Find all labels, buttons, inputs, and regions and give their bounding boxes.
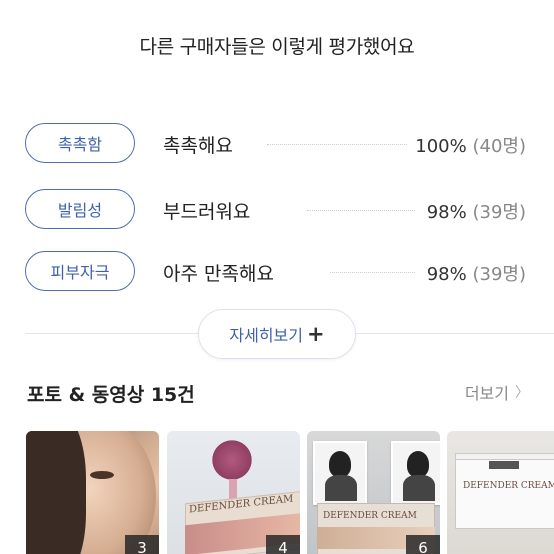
dotted-leader	[307, 210, 415, 211]
media-more-link[interactable]: 더보기 〉	[465, 380, 529, 404]
flower-image	[209, 437, 255, 483]
media-section-title: 포토 & 동영상 15건	[27, 384, 195, 406]
rating-text: 아주 만족해요	[163, 263, 274, 285]
media-thumbnail[interactable]: DEFENDER CREAM 6	[307, 431, 440, 554]
rating-count: (39명)	[472, 202, 526, 223]
rating-percent: 98%	[426, 202, 467, 223]
rating-tag-chip[interactable]: 피부자극	[25, 251, 135, 291]
media-count-badge: 3	[125, 535, 159, 554]
poster-image	[313, 441, 367, 505]
media-thumbnail[interactable]: DEFENDER CREAM 4	[167, 431, 300, 554]
dotted-leader	[330, 272, 415, 273]
review-summary-title: 다른 구매자들은 이렇게 평가했어요	[139, 36, 415, 58]
chevron-right-icon: 〉	[515, 385, 529, 401]
media-more-label: 더보기	[464, 384, 509, 403]
plus-icon: +	[307, 321, 325, 346]
hair-photo-shape	[26, 431, 86, 554]
rating-text: 촉촉해요	[163, 135, 233, 157]
rating-row: 피부자극 아주 만족해요 98% (39명)	[25, 251, 554, 293]
media-count-badge: 4	[266, 535, 300, 554]
rating-count: (39명)	[472, 264, 526, 285]
media-count-badge: 6	[406, 535, 440, 554]
rating-percent: 98%	[426, 264, 467, 285]
rating-count: (40명)	[472, 136, 526, 157]
eye-photo-shape	[90, 471, 114, 479]
rating-tag-chip[interactable]: 촉촉함	[25, 123, 135, 163]
rating-row: 촉촉함 촉촉해요 100% (40명)	[25, 123, 554, 165]
rating-value: 98% (39명)	[427, 198, 526, 224]
jar-tag-image	[489, 461, 519, 469]
rating-tag-chip[interactable]: 발림성	[25, 189, 135, 229]
product-box-label: DEFENDER CREAM	[463, 481, 554, 491]
rating-percent: 100%	[415, 136, 467, 157]
media-thumbnail[interactable]: 3	[26, 431, 159, 554]
poster-image	[391, 441, 440, 505]
rating-text: 부드러워요	[163, 201, 251, 223]
dotted-leader	[267, 144, 407, 145]
see-details-label: 자세히보기	[229, 326, 303, 345]
see-details-button[interactable]: 자세히보기 +	[198, 309, 356, 359]
rating-value: 98% (39명)	[427, 260, 526, 286]
product-box-label: DEFENDER CREAM	[323, 511, 417, 521]
media-thumbnail[interactable]: DEFENDER CREAM	[447, 431, 554, 554]
jar-image	[455, 459, 554, 529]
rating-value: 100% (40명)	[415, 132, 526, 158]
rating-row: 발림성 부드러워요 98% (39명)	[25, 189, 554, 231]
